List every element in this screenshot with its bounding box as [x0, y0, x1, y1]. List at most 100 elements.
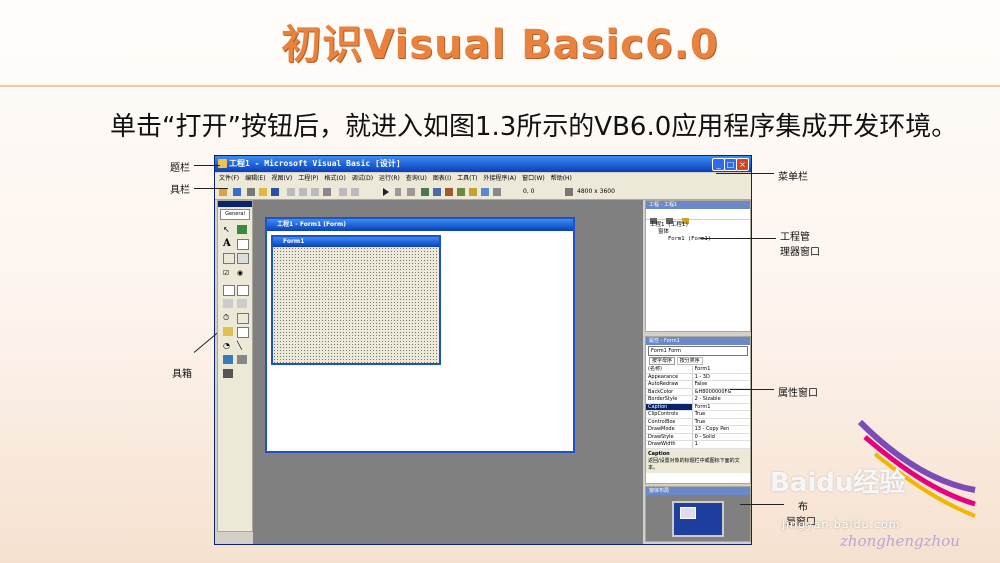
- menu-format[interactable]: 格式(O): [324, 173, 345, 185]
- combobox-tool-icon[interactable]: [223, 285, 235, 296]
- callout-title-bar: 题栏: [170, 163, 190, 174]
- hscrollbar-tool-icon[interactable]: [223, 299, 233, 308]
- line-tool-icon[interactable]: ╲: [237, 341, 247, 350]
- arrow-project-explorer: [700, 238, 776, 239]
- prop-row[interactable]: (名称) Form1: [646, 366, 750, 374]
- menu-view[interactable]: 视图(V): [271, 173, 292, 185]
- toolbox-icon[interactable]: [469, 188, 477, 196]
- menu-tools[interactable]: 工具(T): [457, 173, 477, 185]
- menu-edit[interactable]: 编辑(E): [245, 173, 265, 185]
- end-icon[interactable]: [407, 188, 415, 196]
- project-explorer-panel: 工程 - 工程1 工程1 (工程1) 窗体 Form1 (Form1): [645, 200, 751, 332]
- drivelist-tool-icon[interactable]: [237, 313, 249, 324]
- frame-tool-icon[interactable]: [223, 253, 235, 264]
- commandbutton-tool-icon[interactable]: [237, 253, 249, 264]
- option-tool-icon[interactable]: ◉: [237, 269, 247, 278]
- redo-icon[interactable]: [351, 188, 359, 196]
- tab-alphabetic[interactable]: 按字母序: [649, 357, 676, 365]
- ide-menu-bar: 文件(F) 编辑(E) 视图(V) 工程(P) 格式(O) 调试(D) 运行(R…: [215, 173, 751, 185]
- monitor-preview: [672, 501, 724, 537]
- properties-panel: 属性 - Form1 Form1 Form 按字母序 按分类序 (名称) For…: [645, 336, 751, 484]
- prop-row[interactable]: AutoRedraw False: [646, 381, 750, 389]
- add-project-icon[interactable]: [219, 188, 227, 196]
- menu-run[interactable]: 运行(R): [379, 173, 400, 185]
- textbox-tool-icon[interactable]: [237, 239, 249, 250]
- form-layout-icon[interactable]: [445, 188, 453, 196]
- callout-project-explorer-line2: 理器窗口: [780, 247, 820, 258]
- menu-help[interactable]: 帮助(H): [551, 173, 572, 185]
- label-tool-icon[interactable]: A: [223, 239, 233, 249]
- prop-row[interactable]: DrawMode 13 - Copy Pen: [646, 426, 750, 434]
- prop-row[interactable]: BorderStyle 2 - Sizable: [646, 396, 750, 404]
- menu-query[interactable]: 查询(U): [406, 173, 427, 185]
- break-icon[interactable]: [395, 188, 401, 196]
- cut-icon[interactable]: [287, 188, 295, 196]
- vb6-ide-screenshot: 工程1 - Microsoft Visual Basic [设计] _ □ × …: [214, 155, 752, 545]
- data-view-icon[interactable]: [481, 188, 489, 196]
- form-layout-panel: 窗体布局: [645, 486, 751, 542]
- prop-row[interactable]: ClipControls True: [646, 411, 750, 419]
- toolbox-general-tab[interactable]: General: [220, 209, 250, 220]
- form-designer-title: 工程1 - Form1 (Form): [267, 219, 573, 231]
- toolbox-panel: General ↖ A ☑ ◉ ⏱ ◔ ╲: [217, 200, 253, 532]
- add-form-icon[interactable]: [233, 188, 241, 196]
- object-browser-icon[interactable]: [457, 188, 465, 196]
- prop-row[interactable]: DrawStyle 0 - Solid: [646, 433, 750, 441]
- picturebox-tool-icon[interactable]: [237, 225, 247, 234]
- prop-row[interactable]: DrawWidth 1: [646, 441, 750, 449]
- close-button[interactable]: ×: [736, 158, 749, 171]
- project-tree: 工程1 (工程1) 窗体 Form1 (Form1): [646, 220, 750, 245]
- callout-project-explorer-line1: 工程管: [780, 232, 810, 243]
- ide-title-bar: 工程1 - Microsoft Visual Basic [设计] _ □ ×: [215, 156, 751, 172]
- prop-row-selected[interactable]: Caption Form1: [646, 403, 750, 411]
- menu-file[interactable]: 文件(F): [219, 173, 239, 185]
- timer-tool-icon[interactable]: ⏱: [223, 313, 233, 322]
- menu-window[interactable]: 窗口(W): [522, 173, 545, 185]
- callout-toolbar: 具栏: [170, 185, 190, 196]
- project-panel-toolbar: [646, 209, 750, 224]
- menu-debug[interactable]: 调试(D): [352, 173, 373, 185]
- project-explorer-icon[interactable]: [421, 188, 429, 196]
- prop-row[interactable]: Appearance 1 - 3D: [646, 373, 750, 381]
- data-tool-icon[interactable]: [237, 355, 247, 364]
- save-icon[interactable]: [271, 188, 279, 196]
- form-grid[interactable]: [273, 247, 439, 363]
- image-tool-icon[interactable]: [223, 355, 233, 364]
- menu-diagram[interactable]: 图表(I): [433, 173, 451, 185]
- tree-project-node[interactable]: 工程1 (工程1): [650, 222, 746, 229]
- tab-categorized[interactable]: 按分类序: [676, 357, 703, 365]
- props-object-select[interactable]: Form1 Form: [648, 346, 748, 356]
- vscrollbar-tool-icon[interactable]: [237, 299, 247, 308]
- filelist-tool-icon[interactable]: [237, 327, 249, 338]
- form1-design-surface[interactable]: Form1: [271, 235, 441, 365]
- undo-icon[interactable]: [339, 188, 347, 196]
- menu-editor-icon[interactable]: [247, 188, 255, 196]
- menu-project[interactable]: 工程(P): [298, 173, 318, 185]
- dirlist-tool-icon[interactable]: [223, 327, 233, 336]
- checkbox-tool-icon[interactable]: ☑: [223, 269, 233, 278]
- arrow-properties: [730, 389, 774, 390]
- size-icon: [565, 188, 573, 196]
- callout-form-layout-line1: 布: [798, 502, 808, 513]
- title-divider: [0, 85, 1000, 87]
- paste-icon[interactable]: [311, 188, 319, 196]
- start-icon[interactable]: [383, 188, 389, 196]
- form-designer-window[interactable]: 工程1 - Form1 (Form) Form1: [265, 217, 575, 453]
- copy-icon[interactable]: [299, 188, 307, 196]
- props-panel-title: 属性 - Form1: [646, 337, 750, 345]
- ide-toolbar: 0, 0 4800 x 3600: [215, 185, 751, 200]
- arrow-title-bar: [194, 165, 220, 166]
- menu-addins[interactable]: 外接程序(A): [483, 173, 516, 185]
- form-position-preview[interactable]: [680, 507, 696, 519]
- properties-window-icon[interactable]: [433, 188, 441, 196]
- callout-properties: 属性窗口: [778, 388, 818, 399]
- tree-forms-folder[interactable]: 窗体: [650, 229, 746, 236]
- prop-row[interactable]: ControlBox True: [646, 418, 750, 426]
- listbox-tool-icon[interactable]: [237, 285, 249, 296]
- open-icon[interactable]: [259, 188, 267, 196]
- component-manager-icon[interactable]: [493, 188, 501, 196]
- shape-tool-icon[interactable]: ◔: [223, 341, 233, 350]
- find-icon[interactable]: [323, 188, 331, 196]
- pointer-tool-icon[interactable]: ↖: [223, 225, 233, 234]
- ole-tool-icon[interactable]: [223, 369, 233, 378]
